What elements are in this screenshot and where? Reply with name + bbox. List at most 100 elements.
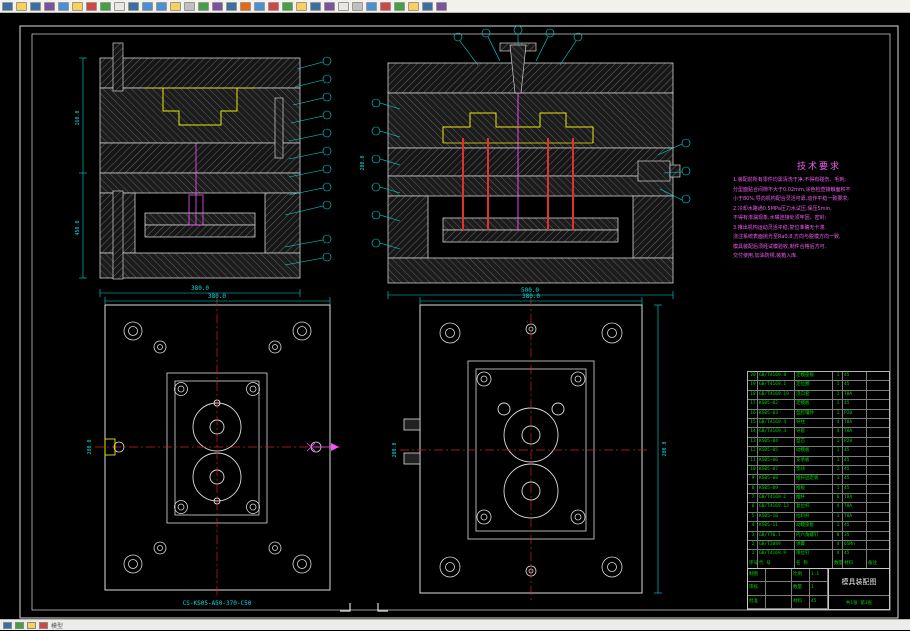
toolbar-icon[interactable] (380, 1, 391, 11)
bom-row: 15 GB/T4169.4 导柱 4 T8A (748, 418, 889, 429)
bom-row: 17 KS05-02 定模板 1 45 (748, 400, 889, 410)
technical-requirement-line: 不得有渗漏现象,水嘴连接处须牢固、密封; (733, 215, 827, 221)
toolbar-icon[interactable] (338, 1, 349, 11)
top-toolbar (0, 0, 910, 13)
technical-requirement-line: 1.装配前所有零件均需清洗干净,不得有碰伤、毛刺; (733, 177, 847, 183)
bom-row: 5 KS05-10 拉料杆 1 T8A (748, 512, 889, 523)
bom-row: 16 KS05-03 型腔镶件 1 P20 (748, 409, 889, 419)
dim-plan-right-lines (419, 297, 662, 594)
centerlines-left-plan (95, 297, 340, 598)
dim-sec-left-h: 450.0 (75, 220, 81, 235)
osnap-toggle-icon[interactable] (39, 621, 48, 629)
toolbar-icon[interactable] (156, 1, 167, 11)
title-block-fields: 制图 比例 1:1 审核 数量 1 批准 材料 45 (748, 569, 829, 609)
toolbar-icon[interactable] (86, 1, 97, 11)
title-block: 制图 比例 1:1 审核 数量 1 批准 材料 45 模具装配图 共1张 第1张 (747, 568, 890, 610)
title-block-label-draw: 制图 (748, 569, 766, 583)
dim-sec-left-h2: 160.0 (75, 110, 81, 125)
cooling-connectors (403, 418, 421, 465)
title-block-label-scale: 比例 (792, 569, 810, 583)
technical-requirements-title: 技术要求 (796, 162, 841, 172)
technical-requirement-line: 浇注系统表面抛光至Ra0.8,方向与脱模方向一致, (733, 234, 841, 240)
toolbar-icon[interactable] (170, 1, 181, 11)
status-bar-mode-text[interactable]: 模型 (51, 621, 63, 630)
title-block-label-appr: 批准 (748, 595, 766, 609)
toolbar-icon[interactable] (268, 1, 279, 11)
toolbar-icon[interactable] (422, 1, 433, 11)
bom-row: 6 GB/T4169.13 复位杆 4 T8A (748, 503, 889, 513)
dim-plan-left-width: 380.0 (208, 293, 226, 300)
toolbar-icon[interactable] (296, 1, 307, 11)
technical-requirement-line: 模具装配后须经试模验收,制件合格后方可, (733, 243, 827, 250)
toolbar-icon[interactable] (394, 1, 405, 11)
toolbar-icon[interactable] (2, 1, 13, 11)
toolbar-icon[interactable] (114, 1, 125, 11)
toolbar-icon[interactable] (324, 1, 335, 11)
toolbar-icon[interactable] (240, 1, 251, 11)
technical-requirement-line: 分型面贴合间隙不大于0.02mm,涂色检查接触面积不 (733, 186, 851, 193)
bom-table: 20 GB/T4169.8 定模座板 1 45 19 GB/T4169.1 定位… (747, 371, 890, 571)
technical-requirement-line: 2.冷却水路通0.5MPa压力水试压,保压5min, (733, 205, 832, 212)
toolbar-icon[interactable] (198, 1, 209, 11)
bom-row: 11 KS05-06 支承板 1 45 (748, 456, 889, 466)
bom-row: 10 KS05-07 垫块 2 45 (748, 465, 889, 476)
toolbar-icon[interactable] (408, 1, 419, 11)
bom-row: 7 GB/T4169.2 推杆 6 T8A (748, 494, 889, 504)
dim-plan-right-height: 200.0 (392, 442, 398, 457)
bom-row: 12 KS05-05 动模板 1 45 (748, 447, 889, 457)
toolbar-icon[interactable] (436, 1, 447, 11)
plan-view-right: 380.0 200.0 280.0 (392, 293, 668, 601)
toolbar-icon[interactable] (142, 1, 153, 11)
toolbar-icon[interactable] (128, 1, 139, 11)
toolbar-icon[interactable] (16, 1, 27, 11)
title-block-material: 45 (810, 595, 828, 609)
status-bar: 模型 (0, 619, 910, 630)
technical-requirement-line: 3.推出机构运动灵活平稳,复位准确无卡滞, (733, 224, 826, 231)
title-block-qty: 1 (810, 582, 828, 596)
dim-plan-right-width: 380.0 (522, 293, 540, 300)
toolbar-icon[interactable] (310, 1, 321, 11)
ortho-toggle-icon[interactable] (27, 621, 36, 629)
title-block-sheet-info: 共1张 第1张 (845, 600, 873, 606)
toolbar-icon[interactable] (352, 1, 363, 11)
drawing-canvas[interactable]: 160.0 450.0 380.0 500.0 200.0 380.0 280.… (0, 13, 910, 619)
bom-row: 13 KS05-04 型芯 1 P20 (748, 437, 889, 448)
dim-plan-left-height: 280.0 (87, 439, 93, 454)
bolt-holes-left-plan (113, 321, 322, 574)
technical-requirement-line: 小于80%,导向机构配合灵活可靠,动作平稳一致要求; (733, 196, 849, 202)
title-block-label-mat: 材料 (792, 595, 810, 609)
bom-row: 20 GB/T4169.8 定模座板 1 45 (748, 372, 889, 382)
drawing-number: CS-KS05-A50-370-C50 (183, 600, 252, 607)
toolbar-icon[interactable] (58, 1, 69, 11)
toolbar-icon[interactable] (226, 1, 237, 11)
technical-requirements: 技术要求 1.装配前所有零件均需清洗干净,不得有碰伤、毛刺; 分型面贴合间隙不大… (733, 159, 905, 262)
bom-row: 1 GB/T4169.9 限位钉 4 45 (748, 550, 889, 560)
title-block-scale: 1:1 (810, 569, 828, 583)
toolbar-icon[interactable] (100, 1, 111, 11)
toolbar-icon[interactable] (72, 1, 83, 11)
toolbar-icon[interactable] (44, 1, 55, 11)
toolbar-icon[interactable] (212, 1, 223, 11)
title-block-label-qty: 数量 (792, 582, 810, 596)
bom-row: 3 GB/T70.1 内六角螺钉 8 35 (748, 531, 889, 542)
dim-plan-right-side: 280.0 (662, 441, 668, 456)
toolbar-icon[interactable] (30, 1, 41, 11)
side-core-unit (637, 160, 681, 182)
bom-row: 8 KS05-09 推板 1 45 (748, 484, 889, 495)
dim-sec-left-width: 380.0 (191, 285, 209, 292)
bom-row: 4 KS05-11 动模座板 1 45 (748, 522, 889, 532)
toolbar-icon[interactable] (254, 1, 265, 11)
snap-toggle-icon[interactable] (3, 621, 12, 629)
section-view-left: 160.0 450.0 380.0 (75, 42, 332, 297)
grid-toggle-icon[interactable] (15, 621, 24, 629)
bom-row: 18 GB/T4169.19 浇口套 1 T8A (748, 390, 889, 401)
section-view-right: 500.0 200.0 (360, 25, 691, 299)
toolbar-icon[interactable] (366, 1, 377, 11)
bom-row: 14 GB/T4169.3 导套 4 T8A (748, 428, 889, 438)
title-block-label-check: 审核 (748, 582, 766, 596)
toolbar-icon[interactable] (282, 1, 293, 11)
dim-sec-right-h: 200.0 (360, 155, 366, 170)
toolbar-icon[interactable] (184, 1, 195, 11)
plan-view-left: 380.0 280.0 CS-KS05-A50-370-C50 (87, 293, 340, 607)
bom-row: 19 GB/T4169.1 定位圈 1 45 (748, 381, 889, 391)
